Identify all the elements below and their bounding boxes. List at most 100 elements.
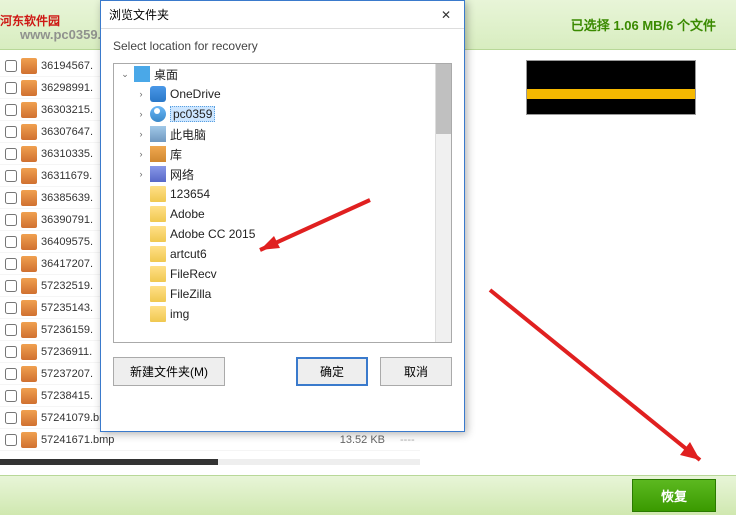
- file-checkbox[interactable]: [5, 302, 17, 314]
- ok-button[interactable]: 确定: [296, 357, 368, 386]
- image-icon: [21, 124, 37, 140]
- bottom-bar: 恢复: [0, 475, 736, 515]
- expand-icon[interactable]: [134, 267, 148, 281]
- annotation-arrow: [480, 280, 720, 483]
- tree-label: 网络: [170, 166, 194, 183]
- expand-icon[interactable]: ›: [134, 147, 148, 161]
- file-checkbox[interactable]: [5, 368, 17, 380]
- tree-scrollbar[interactable]: [435, 64, 451, 342]
- image-icon: [21, 410, 37, 426]
- lib-icon: [150, 146, 166, 162]
- tree-item[interactable]: › 网络: [114, 164, 451, 184]
- file-checkbox[interactable]: [5, 280, 17, 292]
- tree-item[interactable]: 123654: [114, 184, 451, 204]
- recover-button[interactable]: 恢复: [632, 479, 716, 512]
- tree-label: OneDrive: [170, 87, 221, 101]
- tree-item[interactable]: › 此电脑: [114, 124, 451, 144]
- expand-icon[interactable]: ⌄: [118, 67, 132, 81]
- tree-label: 库: [170, 146, 182, 163]
- dialog-title: 浏览文件夹: [109, 6, 169, 23]
- expand-icon[interactable]: [134, 187, 148, 201]
- dialog-button-row: 新建文件夹(M) 确定 取消: [101, 343, 464, 400]
- tree-item[interactable]: › pc0359: [114, 104, 451, 124]
- tree-label: artcut6: [170, 247, 207, 261]
- file-checkbox[interactable]: [5, 104, 17, 116]
- dialog-titlebar[interactable]: 浏览文件夹 ✕: [101, 1, 464, 29]
- expand-icon[interactable]: ›: [134, 87, 148, 101]
- image-icon: [21, 300, 37, 316]
- tree-item[interactable]: Adobe CC 2015: [114, 224, 451, 244]
- expand-icon[interactable]: [134, 287, 148, 301]
- close-button[interactable]: ✕: [428, 1, 464, 29]
- file-checkbox[interactable]: [5, 214, 17, 226]
- image-icon: [21, 344, 37, 360]
- expand-icon[interactable]: [134, 307, 148, 321]
- file-checkbox[interactable]: [5, 412, 17, 424]
- tree-item[interactable]: ⌄ 桌面: [114, 64, 451, 84]
- file-checkbox[interactable]: [5, 82, 17, 94]
- image-icon: [21, 58, 37, 74]
- tree-item[interactable]: › OneDrive: [114, 84, 451, 104]
- folder-tree[interactable]: ⌄桌面›OneDrive›pc0359›此电脑›库›网络123654AdobeA…: [113, 63, 452, 343]
- file-checkbox[interactable]: [5, 258, 17, 270]
- cancel-button[interactable]: 取消: [380, 357, 452, 386]
- tree-label: Adobe: [170, 207, 205, 221]
- tree-label: pc0359: [170, 106, 215, 122]
- expand-icon[interactable]: ›: [134, 127, 148, 141]
- file-row[interactable]: 57241671.bmp13.52 KB----: [0, 429, 420, 451]
- folder-icon: [150, 266, 166, 282]
- folder-icon: [150, 186, 166, 202]
- tree-item[interactable]: FileZilla: [114, 284, 451, 304]
- browse-folder-dialog: 浏览文件夹 ✕ Select location for recovery ⌄ 桌面…: [100, 0, 465, 432]
- image-icon: [21, 278, 37, 294]
- file-checkbox[interactable]: [5, 170, 17, 182]
- file-checkbox[interactable]: [5, 192, 17, 204]
- dialog-subtitle: Select location for recovery: [101, 29, 464, 63]
- pc-icon: [150, 126, 166, 142]
- tree-label: img: [170, 307, 189, 321]
- tree-label: 此电脑: [170, 126, 206, 143]
- file-checkbox[interactable]: [5, 346, 17, 358]
- folder-icon: [150, 286, 166, 302]
- expand-icon[interactable]: ›: [134, 107, 148, 121]
- file-checkbox[interactable]: [5, 148, 17, 160]
- file-checkbox[interactable]: [5, 126, 17, 138]
- file-name: 57241671.bmp: [41, 434, 330, 446]
- tree-label: 桌面: [154, 66, 178, 83]
- expand-icon[interactable]: [134, 247, 148, 261]
- file-checkbox[interactable]: [5, 434, 17, 446]
- image-icon: [21, 146, 37, 162]
- folder-icon: [150, 306, 166, 322]
- tree-item[interactable]: FileRecv: [114, 264, 451, 284]
- image-icon: [21, 212, 37, 228]
- image-icon: [21, 322, 37, 338]
- new-folder-button[interactable]: 新建文件夹(M): [113, 357, 225, 386]
- expand-icon[interactable]: ›: [134, 167, 148, 181]
- image-icon: [21, 234, 37, 250]
- folder-icon: [150, 206, 166, 222]
- tree-item[interactable]: artcut6: [114, 244, 451, 264]
- image-icon: [21, 168, 37, 184]
- user-icon: [150, 106, 166, 122]
- file-size: 13.52 KB: [330, 434, 400, 446]
- tree-item[interactable]: img: [114, 304, 451, 324]
- expand-icon[interactable]: [134, 207, 148, 221]
- image-icon: [21, 366, 37, 382]
- file-checkbox[interactable]: [5, 236, 17, 248]
- file-checkbox[interactable]: [5, 324, 17, 336]
- net-icon: [150, 166, 166, 182]
- image-icon: [21, 388, 37, 404]
- expand-icon[interactable]: [134, 227, 148, 241]
- tree-item[interactable]: Adobe: [114, 204, 451, 224]
- image-icon: [21, 432, 37, 448]
- folder-icon: [150, 226, 166, 242]
- file-checkbox[interactable]: [5, 60, 17, 72]
- file-checkbox[interactable]: [5, 390, 17, 402]
- tree-label: FileRecv: [170, 267, 217, 281]
- progress-bar: [0, 459, 420, 465]
- folder-icon: [150, 246, 166, 262]
- image-icon: [21, 190, 37, 206]
- tree-item[interactable]: ›库: [114, 144, 451, 164]
- selection-status: 已选择 1.06 MB/6 个文件: [571, 15, 716, 34]
- desktop-icon: [134, 66, 150, 82]
